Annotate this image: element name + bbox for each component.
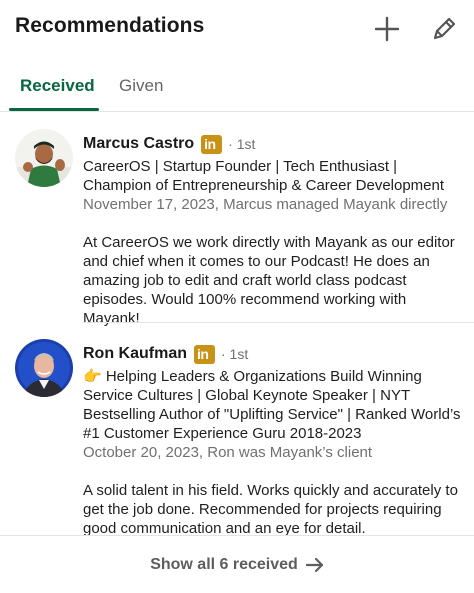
add-recommendation-button[interactable] [372,14,402,44]
avatar[interactable] [15,339,73,397]
recommendation-meta: October 20, 2023, Ron was Mayank’s clien… [83,444,373,461]
name-row: Ron Kaufman in · 1st [83,342,463,366]
edit-recommendations-button[interactable] [429,14,459,44]
active-tab-indicator [9,108,99,111]
linkedin-badge-icon: in [194,344,215,364]
header: Recommendations [0,0,474,58]
pencil-icon [433,17,456,40]
page-title: Recommendations [15,14,205,37]
recommendation-body: Ron Kaufman in · 1st 👉 Helping Leaders &… [83,342,463,538]
recommendation-text: At CareerOS we work directly with Mayank… [83,234,455,327]
tab-bar: Received Given [0,64,474,112]
recommender-name[interactable]: Marcus Castro [83,135,194,153]
avatar[interactable] [15,129,73,187]
recommendation-meta: November 17, 2023, Marcus managed Mayank… [83,196,448,213]
show-all-button[interactable]: Show all 6 received [0,536,474,593]
tab-given[interactable]: Given [119,76,163,96]
connection-degree: · 1st [228,136,256,152]
plus-icon [374,16,400,42]
recommender-headline: CareerOS | Startup Founder | Tech Enthus… [83,158,445,194]
recommender-headline: 👉 Helping Leaders & Organizations Build … [83,368,461,442]
divider [83,322,474,323]
recommendation-body: Marcus Castro in · 1st CareerOS | Startu… [83,132,463,328]
arrow-right-icon [305,557,324,573]
tab-received[interactable]: Received [20,76,95,96]
name-row: Marcus Castro in · 1st [83,132,463,156]
recommender-name[interactable]: Ron Kaufman [83,345,187,363]
recommendation-text: A solid talent in his field. Works quick… [83,482,458,537]
linkedin-badge-icon: in [201,134,223,154]
connection-degree: · 1st [221,346,249,362]
show-all-label: Show all 6 received [150,555,298,573]
